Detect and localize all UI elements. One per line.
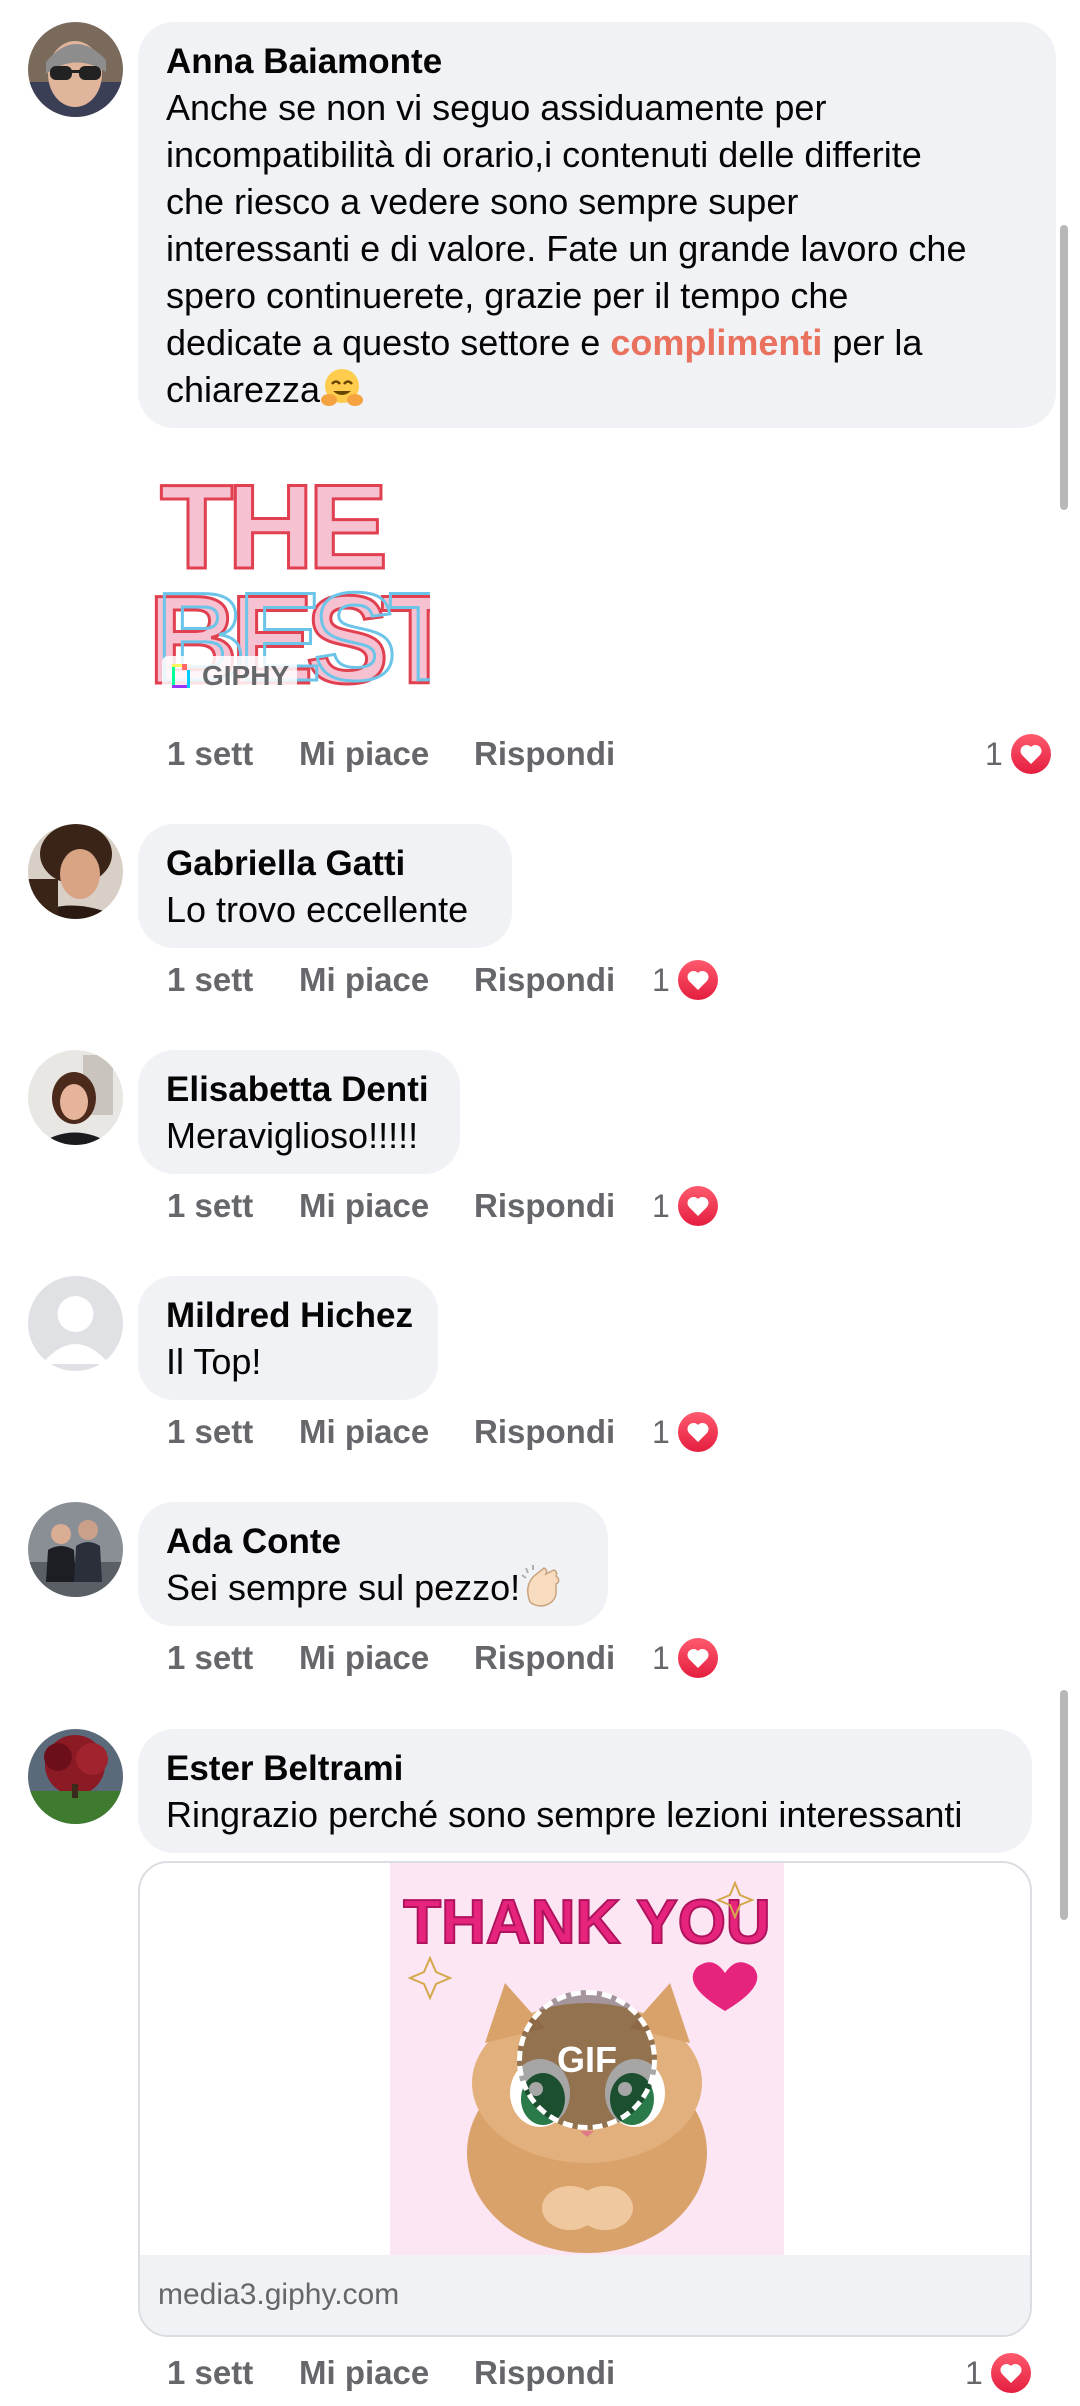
comment-text-line: dedicate a questo settore e complimenti … [166,319,1028,366]
clapping-hands-emoji [520,1564,564,1608]
scrollbar-top[interactable] [1060,225,1068,510]
giphy-label: GIPHY [202,660,290,691]
giphy-logo-icon [170,662,192,690]
comment-author[interactable]: Mildred Hichez [166,1294,413,1338]
comment-text: Anche se non vi seguo assiduamente per i… [166,84,1028,413]
avatar[interactable] [28,1050,123,1145]
comment-bubble[interactable]: Mildred Hichez Il Top! [138,1276,438,1400]
comment-text-line: spero continuerete, grazie per il tempo … [166,275,849,316]
reply-button[interactable]: Rispondi [474,732,615,776]
scrollbar-bottom[interactable] [1060,1690,1068,1920]
reaction-count[interactable]: 1 [652,958,718,1002]
comment-actions: 1 sett Mi piace Rispondi [167,1636,667,1680]
reply-button[interactable]: Rispondi [474,1636,615,1680]
reply-button[interactable]: Rispondi [474,1184,615,1228]
comment-text: Meraviglioso!!!!! [166,1115,419,1156]
timestamp[interactable]: 1 sett [167,2351,253,2395]
like-button[interactable]: Mi piace [299,1636,429,1680]
like-button[interactable]: Mi piace [299,1184,429,1228]
reaction-count-number: 1 [652,1187,670,1224]
reaction-count[interactable]: 1 [985,732,1051,776]
reaction-count[interactable]: 1 [652,1410,718,1454]
reaction-count-number: 1 [652,1639,670,1676]
heart-icon [677,1412,718,1452]
timestamp[interactable]: 1 sett [167,1636,253,1680]
comment-author[interactable]: Gabriella Gatti [166,842,484,886]
hugging-face-emoji [320,366,364,410]
reaction-count[interactable]: 1 [652,1184,718,1228]
gif-play-button[interactable]: GIF [517,1990,657,2130]
comment-bubble[interactable]: Anna Baiamonte Anche se non vi seguo ass… [138,22,1056,428]
text-segment: chiarezza [166,369,321,410]
like-button[interactable]: Mi piace [299,2351,429,2395]
gif-link-card[interactable]: THANK YOU GIF media3.giphy.com [138,1861,1032,2337]
comment-text: Il Top! [166,1341,262,1382]
heart-icon [677,960,718,1000]
reply-button[interactable]: Rispondi [474,958,615,1002]
avatar[interactable] [28,824,123,919]
comment-actions: 1 sett Mi piace Rispondi [167,1410,667,1454]
comment-text: Lo trovo eccellente [166,889,469,930]
comment-author[interactable]: Ada Conte [166,1520,580,1564]
giphy-attribution[interactable]: GIPHY [162,656,298,696]
reply-button[interactable]: Rispondi [474,1410,615,1454]
heart-icon [677,1638,718,1678]
comment-bubble[interactable]: Ester Beltrami Ringrazio perché sono sem… [138,1729,1032,1853]
reaction-count-number: 1 [985,735,1003,772]
heart-icon [990,2353,1031,2393]
text-segment: per la [822,322,923,363]
comment-text-line: Anche se non vi seguo assiduamente per [166,87,827,128]
avatar[interactable] [28,22,123,117]
reaction-count-number: 1 [652,961,670,998]
comment-author[interactable]: Ester Beltrami [166,1747,1004,1791]
timestamp[interactable]: 1 sett [167,1184,253,1228]
comment-bubble[interactable]: Elisabetta Denti Meraviglioso!!!!! [138,1050,460,1174]
comment-bubble[interactable]: Ada Conte Sei sempre sul pezzo! [138,1502,608,1626]
highlighted-keyword[interactable]: complimenti [610,322,822,363]
comment-actions: 1 sett Mi piace Rispondi [167,2351,667,2395]
heart-icon [677,1186,718,1226]
reaction-count-number: 1 [652,1413,670,1450]
comment-actions: 1 sett Mi piace Rispondi [167,958,667,1002]
reaction-count[interactable]: 1 [652,1636,718,1680]
gif-thumbnail[interactable]: THANK YOU GIF [390,1863,784,2257]
comment-author[interactable]: Anna Baiamonte [166,40,1028,84]
text-segment: dedicate a questo settore e [166,322,611,363]
comment-text: Ringrazio perché sono sempre lezioni int… [166,1794,963,1835]
like-button[interactable]: Mi piace [299,958,429,1002]
comment-text: Sei sempre sul pezzo! [166,1564,580,1611]
comment-author[interactable]: Elisabetta Denti [166,1068,432,1112]
reaction-count-number: 1 [965,2354,983,2391]
text-segment: Sei sempre sul pezzo! [166,1567,521,1608]
avatar[interactable] [28,1276,123,1371]
reaction-count[interactable]: 1 [965,2351,1031,2395]
comment-text-line: interessanti e di valore. Fate un grande… [166,228,967,269]
comment-text-line: chiarezza [166,366,1028,413]
like-button[interactable]: Mi piace [299,1410,429,1454]
reply-button[interactable]: Rispondi [474,2351,615,2395]
avatar[interactable] [28,1502,123,1597]
comment-text-line: che riesco a vedere sono sempre super [166,181,799,222]
comment-bubble[interactable]: Gabriella Gatti Lo trovo eccellente [138,824,512,948]
heart-icon [1010,734,1051,774]
the-best-sticker[interactable]: THE BEST BEST GIPHY [140,448,475,712]
gif-badge-label: GIF [557,2039,617,2080]
avatar[interactable] [28,1729,123,1824]
comment-actions: 1 sett Mi piace Rispondi [167,1184,667,1228]
comment-text-line: incompatibilità di orario,i contenuti de… [166,134,922,175]
timestamp[interactable]: 1 sett [167,958,253,1002]
like-button[interactable]: Mi piace [299,732,429,776]
link-domain[interactable]: media3.giphy.com [140,2255,1030,2335]
timestamp[interactable]: 1 sett [167,732,253,776]
timestamp[interactable]: 1 sett [167,1410,253,1454]
gif-title-text: THANK YOU [403,1888,770,1957]
comment-actions: 1 sett Mi piace Rispondi [167,732,667,776]
